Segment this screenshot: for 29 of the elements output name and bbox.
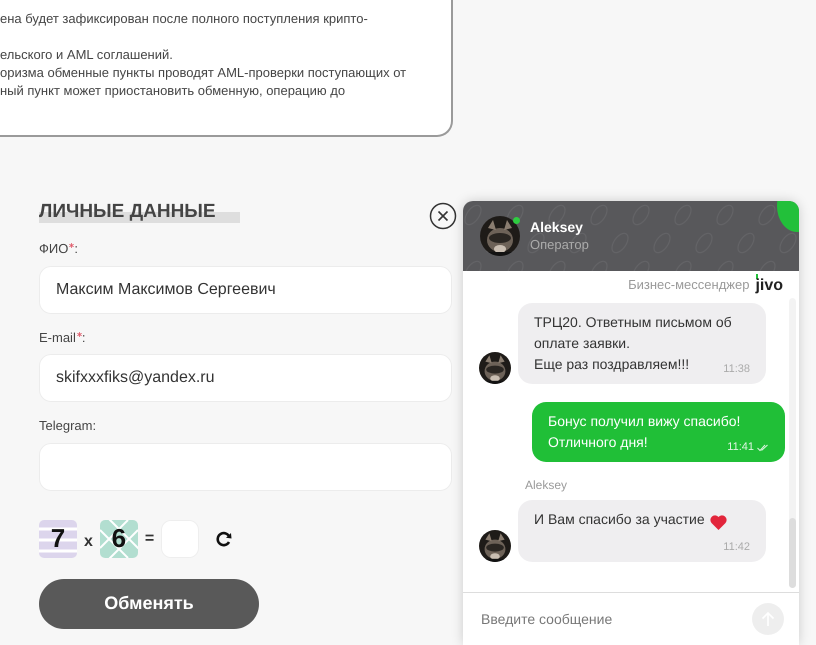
section-title: ЛИЧНЫЕ ДАННЫЕ bbox=[39, 201, 240, 223]
message-bubble: ТРЦ20. Ответным письмом об оплате заявки. Еще раз поздравляем!!! 11:38 bbox=[518, 303, 766, 384]
required-icon bbox=[76, 332, 82, 336]
notice-text: ельского и AML соглашений. bbox=[0, 46, 174, 64]
field-label: Telegram: bbox=[39, 417, 98, 435]
message-time: 11:42 bbox=[723, 541, 750, 554]
required-icon bbox=[69, 243, 74, 248]
submit-button[interactable]: Обменять bbox=[39, 578, 259, 628]
branding-text: Бизнес-мессенджер bbox=[628, 276, 750, 294]
operator-name: Aleksey bbox=[530, 218, 584, 236]
captcha-digit: 7 bbox=[39, 520, 77, 558]
message-bubble: И Вам спасибо за участие 11:42 bbox=[518, 500, 766, 562]
message-time: 11:38 bbox=[723, 363, 750, 376]
notice-text: ный пункт может приостановить обменную, операцию до bbox=[0, 82, 346, 100]
scrollbar[interactable] bbox=[789, 518, 796, 588]
input-field[interactable]: Максим Максимов Сергеевич bbox=[39, 266, 452, 314]
captcha-operator: x bbox=[84, 532, 93, 552]
notice-text: ена будет зафиксирован после полного поступления крипто- bbox=[0, 10, 369, 28]
field-label: ФИО : bbox=[39, 240, 79, 258]
captcha-operator: = bbox=[144, 528, 154, 548]
captcha-digit: 6 bbox=[100, 520, 138, 558]
input-field[interactable]: skifxxxfiks@yandex.ru bbox=[39, 354, 452, 402]
message-time: 11:41 bbox=[727, 441, 769, 454]
close-button[interactable] bbox=[429, 202, 457, 230]
operator-role: Оператор bbox=[530, 236, 589, 254]
notice-text: оризма обменные пункты проводят AML-проверки поступающих от bbox=[0, 64, 408, 82]
message-bubble: Бонус получил вижу спасибо! Отличного дня! 11:41 bbox=[532, 402, 785, 462]
author-name: Aleksey bbox=[525, 477, 568, 494]
field-label: E-mail : bbox=[39, 328, 86, 346]
